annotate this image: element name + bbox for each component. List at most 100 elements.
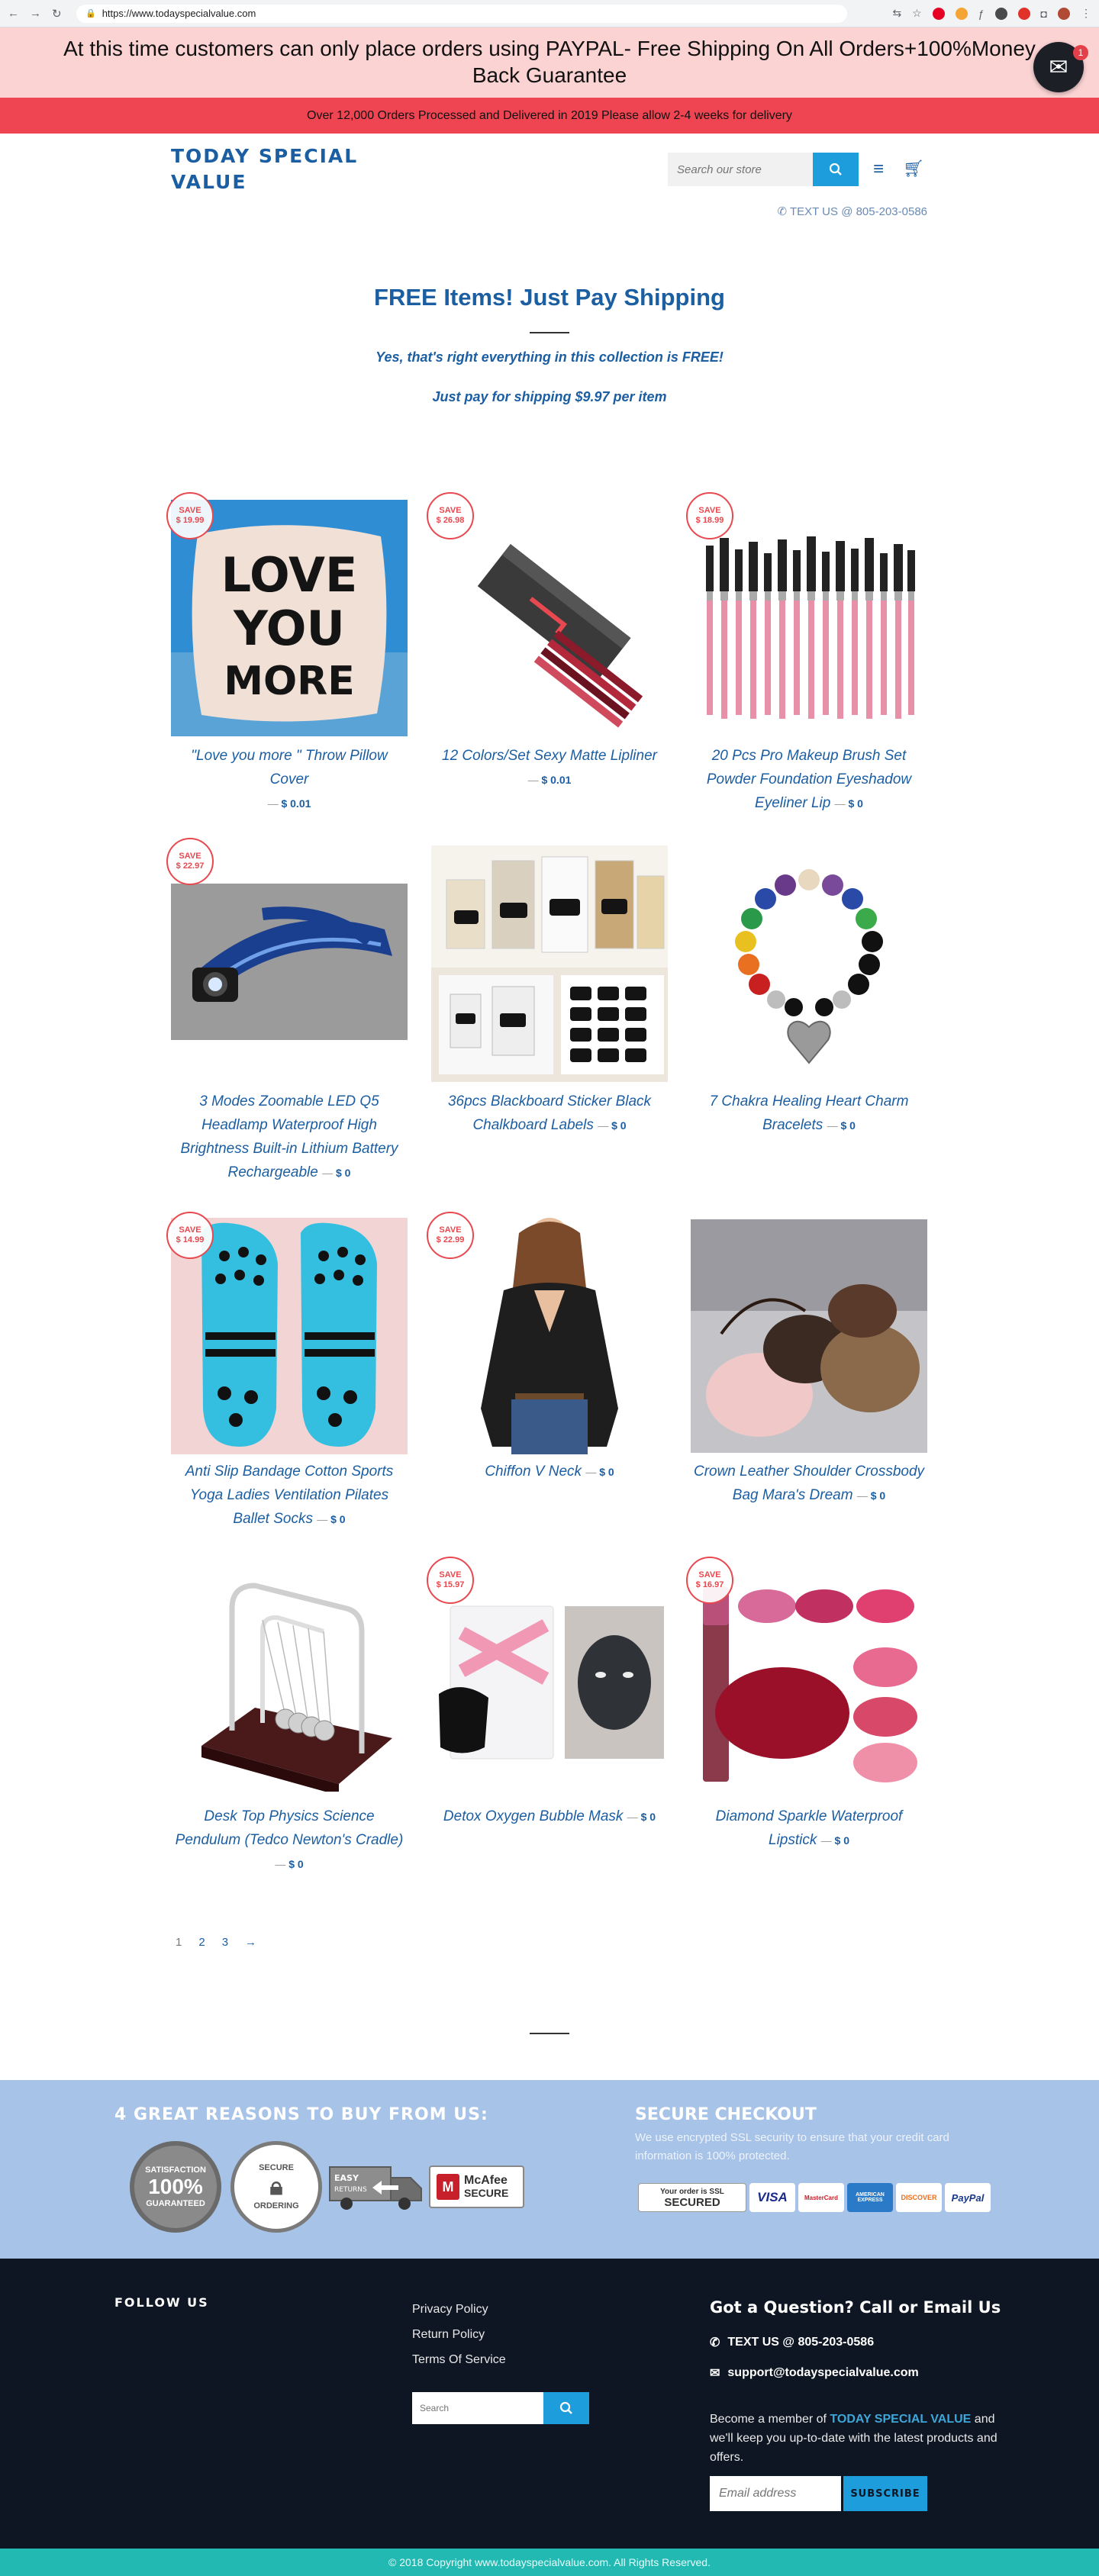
product-title[interactable]: Diamond Sparkle Waterproof Lipstick — $ … [691, 1805, 927, 1853]
product-image[interactable] [431, 1218, 668, 1454]
product-card[interactable]: Crown Leather Shoulder Crossbody Bag Mar… [691, 1212, 927, 1517]
search-button[interactable] [813, 153, 859, 186]
product-title[interactable]: 7 Chakra Healing Heart Charm Bracelets —… [691, 1090, 927, 1138]
terms-of-service-link[interactable]: Terms Of Service [412, 2353, 506, 2367]
product-card[interactable]: SAVE $ 14.99 Anti Slip Bandage Cotton Spo… [166, 1212, 408, 1532]
reasons-title: 4 GREAT REASONS TO BUY FROM US: [114, 2105, 488, 2124]
follow-us-heading: FOLLOW US [114, 2295, 209, 2310]
product-image[interactable] [691, 1219, 927, 1453]
product-image[interactable] [171, 1563, 408, 1792]
product-card[interactable]: SAVE $ 16.97 Diamond Sparkle Waterproof L… [686, 1557, 927, 1862]
product-title[interactable]: Desk Top Physics Science Pendulum (Tedco… [171, 1805, 408, 1876]
envelope-icon: ✉ [1049, 54, 1068, 80]
payment-badges: Your order is SSL SECURED VISA MasterCar… [638, 2183, 991, 2212]
announcement-text: At this time customers can only place or… [63, 37, 1036, 87]
product-card[interactable]: 7 Chakra Healing Heart Charm Bracelets —… [691, 838, 927, 1143]
product-image[interactable] [691, 1579, 927, 1785]
product-price: $ 0 [288, 1858, 304, 1870]
cart-icon[interactable]: 🛒︎ [903, 159, 924, 179]
product-title[interactable]: Crown Leather Shoulder Crossbody Bag Mar… [691, 1460, 927, 1508]
address-bar[interactable]: 🔒 https://www.todayspecialvalue.com [76, 4, 847, 23]
collection-description-2: Just pay for shipping $9.97 per item [432, 389, 667, 404]
subscribe-button[interactable]: SUBSCRIBE [843, 2476, 927, 2511]
product-card[interactable]: SAVE $ 22.99 Chiffon V Neck — $ 0 [427, 1212, 668, 1517]
hamburger-menu-icon[interactable]: ≡ [873, 159, 884, 180]
newsletter-email-input[interactable] [710, 2476, 841, 2511]
product-price: $ 0 [599, 1466, 614, 1478]
product-title[interactable]: 3 Modes Zoomable LED Q5 Headlamp Waterpr… [171, 1090, 408, 1185]
font-icon[interactable]: ƒ [978, 8, 985, 20]
extension-icon[interactable] [955, 7, 968, 20]
divider [530, 2033, 569, 2034]
notification-badge: 1 [1073, 45, 1088, 60]
save-badge: SAVE $ 26.98 [427, 492, 474, 539]
announcement-banner: At this time customers can only place or… [0, 27, 1099, 98]
svg-text:MORE: MORE [224, 658, 355, 704]
site-logo[interactable]: TODAY SPECIAL VALUE [171, 143, 385, 195]
product-card[interactable]: Desk Top Physics Science Pendulum (Tedco… [171, 1557, 408, 1870]
search-input[interactable] [668, 153, 813, 186]
product-image[interactable] [431, 500, 668, 736]
phone-icon: ✆ [710, 2336, 720, 2349]
save-badge: SAVE $ 14.99 [166, 1212, 214, 1259]
extension-icon[interactable] [1017, 7, 1030, 20]
product-card[interactable]: SAVE $ 19.99 LOVE YOU MORE "Love you more… [166, 492, 408, 810]
text-us-link[interactable]: ✆ TEXT US @ 805-203-0586 [771, 204, 927, 218]
product-card[interactable]: SAVE $ 22.97 3 Modes Zoomable LED Q5 Head… [166, 838, 408, 1189]
product-title[interactable]: Anti Slip Bandage Cotton Sports Yoga Lad… [171, 1460, 408, 1531]
svg-text:RETURNS: RETURNS [334, 2186, 367, 2194]
back-icon[interactable]: ← [8, 7, 19, 21]
product-card[interactable]: SAVE $ 18.99 20 Pcs Pro Makeup Brush Set… [686, 492, 927, 816]
product-image[interactable] [171, 884, 408, 1040]
save-badge: SAVE $ 16.97 [686, 1557, 733, 1604]
satisfaction-seal: SATISFACTION 100% GUARANTEED [130, 2141, 221, 2233]
return-policy-link[interactable]: Return Policy [412, 2328, 506, 2342]
product-title[interactable]: 12 Colors/Set Sexy Matte Lipliner — $ 0.0… [431, 744, 668, 792]
product-title[interactable]: 36pcs Blackboard Sticker Black Chalkboar… [431, 1090, 668, 1138]
mail-popup-button[interactable]: ✉ 1 [1033, 42, 1088, 92]
product-card[interactable]: SAVE $ 15.97 Detox Oxygen Bubble Mask — $… [427, 1557, 668, 1862]
menu-dots-icon[interactable]: ⋮ [1081, 7, 1091, 20]
next-page-arrow-icon[interactable]: → [245, 1936, 256, 1949]
privacy-policy-link[interactable]: Privacy Policy [412, 2303, 506, 2317]
product-image[interactable] [691, 845, 927, 1082]
search-icon [559, 2401, 572, 2414]
product-title[interactable]: Detox Oxygen Bubble Mask — $ 0 [431, 1805, 668, 1829]
envelope-icon: ✉ [710, 2367, 720, 2380]
svg-text:YOU: YOU [233, 601, 345, 656]
page-link-2[interactable]: 2 [198, 1936, 205, 1949]
product-title[interactable]: Chiffon V Neck — $ 0 [431, 1460, 668, 1484]
notice-bar: Over 12,000 Orders Processed and Deliver… [0, 98, 1099, 134]
footer-search-input[interactable] [412, 2392, 543, 2424]
paypal-icon: PayPal [945, 2183, 991, 2212]
page-link-3[interactable]: 3 [222, 1936, 228, 1949]
footer-email[interactable]: ✉ support@todayspecialvalue.com [710, 2365, 919, 2381]
footer-phone[interactable]: ✆ TEXT US @ 805-203-0586 [710, 2335, 874, 2350]
product-image[interactable]: LOVE YOU MORE [171, 500, 408, 736]
product-title[interactable]: 20 Pcs Pro Makeup Brush Set Powder Found… [691, 744, 927, 816]
product-price: $ 0 [336, 1167, 351, 1179]
footer-links: Privacy Policy Return Policy Terms Of Se… [412, 2303, 506, 2378]
browser-nav: ← → ↻ [8, 7, 76, 21]
star-icon[interactable]: ☆ [912, 7, 922, 20]
lock-icon: 🔒 [85, 9, 96, 18]
product-card[interactable]: SAVE $ 26.98 12 Colors/Set Sexy Matte Lip… [427, 492, 668, 794]
profile-avatar[interactable] [1058, 7, 1070, 20]
product-card[interactable]: 36pcs Blackboard Sticker Black Chalkboar… [431, 838, 668, 1143]
product-image[interactable] [691, 523, 927, 729]
footer-search-button[interactable] [543, 2392, 589, 2424]
reload-icon[interactable]: ↻ [52, 7, 62, 21]
extension-icon[interactable] [994, 7, 1007, 20]
product-title[interactable]: "Love you more " Throw Pillow Cover — $ 0… [171, 744, 408, 816]
page-current: 1 [176, 1936, 182, 1949]
pinterest-icon[interactable] [932, 7, 945, 20]
extensions: ⇆ ☆ ƒ ◘ ⋮ [892, 7, 1091, 20]
site-footer: FOLLOW US Privacy Policy Return Policy T… [0, 2259, 1099, 2549]
product-image[interactable] [431, 845, 668, 1082]
product-image[interactable] [171, 1218, 408, 1454]
translate-icon[interactable]: ⇆ [892, 7, 901, 20]
forward-icon[interactable]: → [30, 7, 41, 21]
product-image[interactable] [431, 1602, 668, 1763]
mcafee-badge: M McAfee SECURE [429, 2165, 524, 2208]
camera-icon[interactable]: ◘ [1041, 8, 1047, 20]
